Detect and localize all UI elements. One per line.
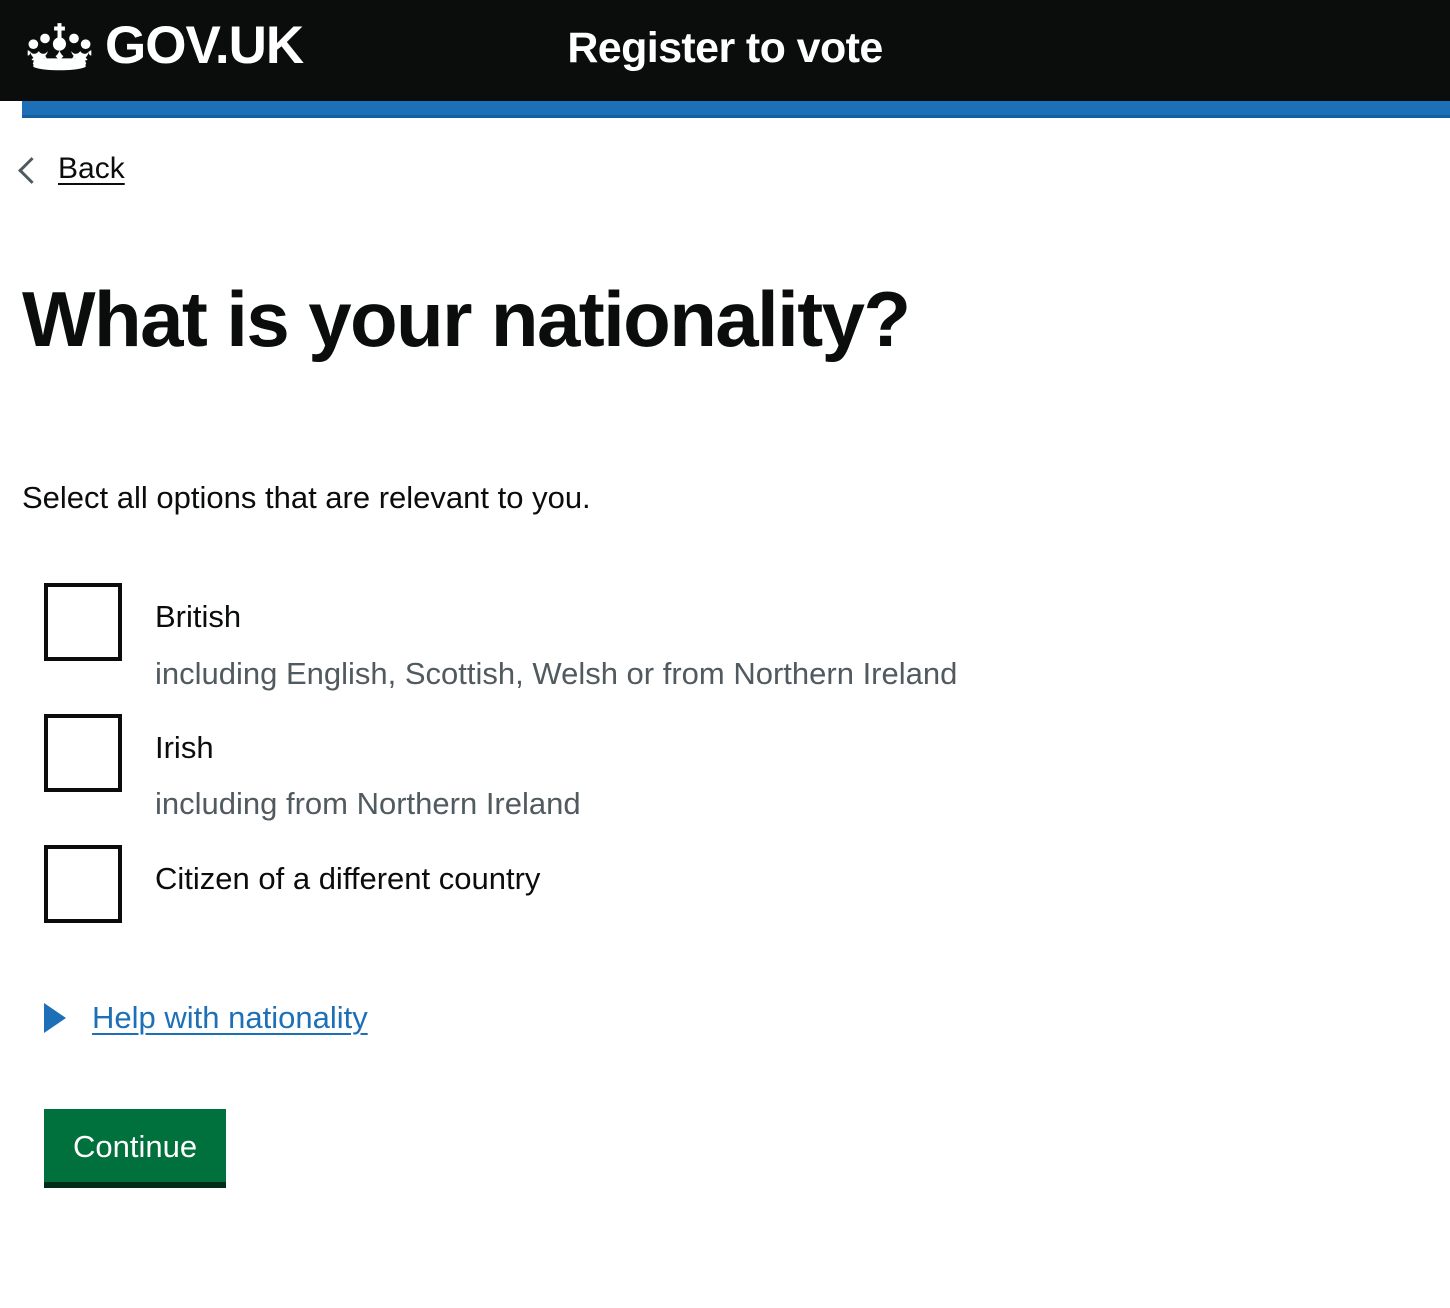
details-summary-label[interactable]: Help with nationality	[92, 999, 368, 1038]
checkbox-label-irish[interactable]: Irish	[155, 712, 1428, 768]
checkbox-irish[interactable]	[44, 714, 122, 792]
help-with-nationality-details[interactable]: Help with nationality	[22, 999, 1428, 1038]
header-accent-shadow	[22, 115, 1450, 118]
checkbox-other-country[interactable]	[44, 844, 122, 923]
govuk-header: GOV.UK Register to vote	[0, 0, 1450, 101]
continue-button[interactable]: Continue	[44, 1109, 227, 1189]
service-name-link[interactable]: Register to vote	[0, 24, 1450, 73]
header-accent-blue	[22, 101, 1450, 115]
checkbox-british[interactable]	[44, 583, 122, 662]
button-row: Continue	[22, 1109, 1428, 1189]
checkbox-item-british[interactable]: British including English, Scottish, Wel…	[22, 581, 1428, 694]
back-link-label: Back	[58, 152, 125, 185]
back-link-row: Back	[18, 151, 1428, 187]
checkbox-label-other-country[interactable]: Citizen of a different country	[155, 843, 1428, 899]
checkbox-hint-british: including English, Scottish, Welsh or fr…	[155, 655, 958, 691]
header-accent-bar	[0, 101, 1450, 118]
back-link[interactable]: Back	[18, 151, 125, 187]
checkbox-label-british[interactable]: British	[155, 581, 1428, 637]
triangle-right-icon[interactable]	[44, 1002, 66, 1033]
checkbox-item-irish[interactable]: Irish including from Northern Ireland	[22, 712, 1428, 825]
page-title: What is your nationality?	[22, 275, 911, 363]
main-content: Back What is your nationality? Select al…	[0, 151, 1450, 1189]
checkbox-hint-irish: including from Northern Ireland	[155, 786, 581, 822]
chevron-left-icon	[18, 156, 45, 184]
form-hint: Select all options that are relevant to …	[22, 480, 591, 516]
checkbox-item-other-country[interactable]: Citizen of a different country	[22, 843, 1428, 927]
header-inner: GOV.UK Register to vote	[0, 0, 1450, 101]
nationality-checkbox-group: British including English, Scottish, Wel…	[22, 581, 1428, 926]
